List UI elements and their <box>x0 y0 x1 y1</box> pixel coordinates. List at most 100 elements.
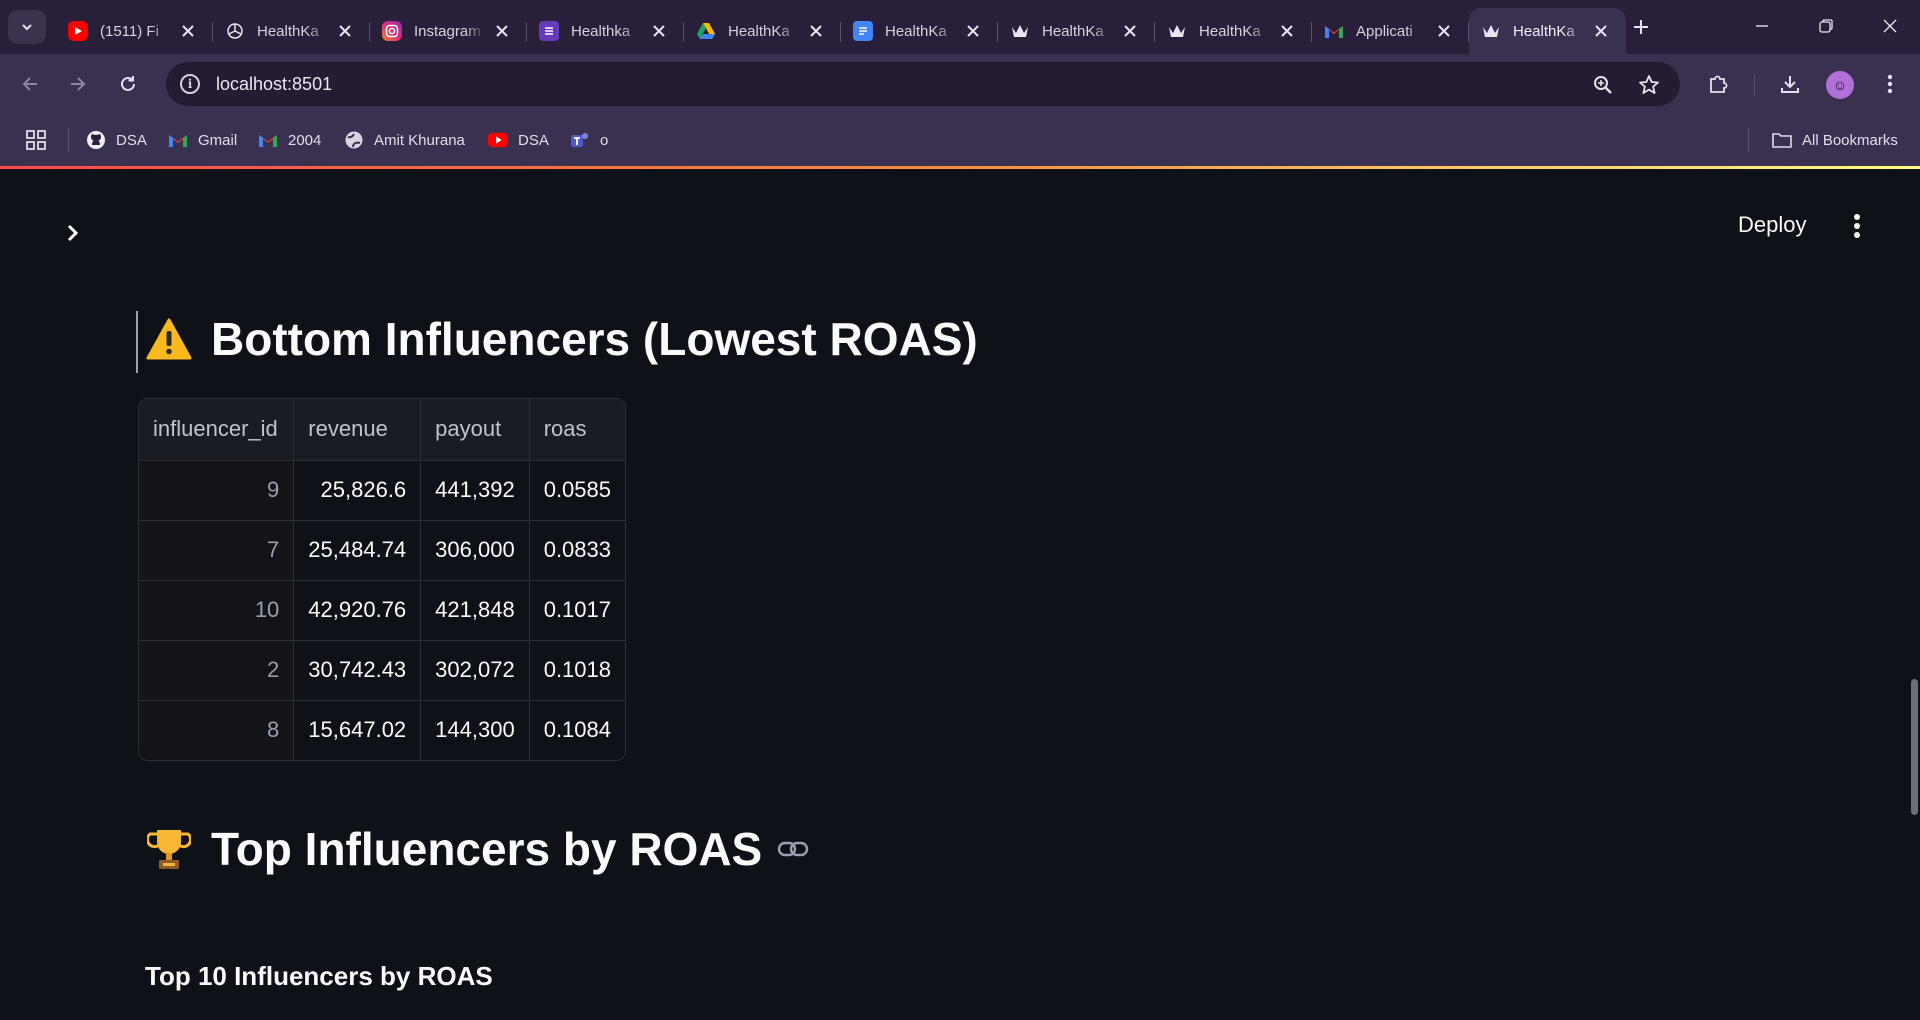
tab-close-button[interactable] <box>491 20 513 42</box>
close-icon <box>182 25 194 37</box>
toolbar-divider <box>1754 74 1755 96</box>
browser-toolbar: i localhost:8501 ☺ <box>0 54 1920 114</box>
browser-tab[interactable]: Instagram <box>370 8 527 54</box>
cell-payout[interactable]: 306,000 <box>420 520 530 581</box>
apps-grid-icon <box>26 130 46 150</box>
forward-button[interactable] <box>60 66 96 102</box>
bottom-influencers-dataframe[interactable]: influencer_id revenue payout roas 9 25,82… <box>138 398 626 761</box>
column-header-revenue[interactable]: revenue <box>293 399 422 461</box>
cell-revenue[interactable]: 42,920.76 <box>293 580 422 641</box>
bookmark-item[interactable]: DSA <box>86 126 147 154</box>
cell-revenue[interactable]: 30,742.43 <box>293 640 422 701</box>
drive-icon <box>696 21 716 41</box>
new-tab-button[interactable] <box>1626 12 1656 42</box>
column-header-roas[interactable]: roas <box>529 399 625 461</box>
browser-menu-button[interactable] <box>1872 66 1908 102</box>
close-icon <box>810 25 822 37</box>
star-icon <box>1639 75 1659 94</box>
browser-tab[interactable]: HealthKa <box>1469 8 1626 54</box>
tab-close-button[interactable] <box>334 20 356 42</box>
table-row: 7 25,484.74 306,000 0.0833 <box>139 520 625 581</box>
cell-payout[interactable]: 144,300 <box>420 700 530 760</box>
browser-tab[interactable]: HealthKa <box>213 8 370 54</box>
table-header-row: influencer_id revenue payout roas <box>139 399 625 461</box>
column-header-payout[interactable]: payout <box>420 399 530 461</box>
cell-revenue[interactable]: 25,484.74 <box>293 520 422 581</box>
tab-search-button[interactable] <box>8 10 46 44</box>
cell-roas[interactable]: 0.1084 <box>529 700 625 760</box>
tab-title: Instagram <box>414 22 481 40</box>
cell-roas[interactable]: 0.0833 <box>529 520 625 581</box>
tab-close-button[interactable] <box>1590 20 1612 42</box>
youtube-icon <box>488 130 508 150</box>
extensions-button[interactable] <box>1700 66 1736 102</box>
openai-icon <box>225 21 245 41</box>
tab-close-button[interactable] <box>177 20 199 42</box>
browser-tab[interactable]: (1511) Fi <box>56 8 213 54</box>
browser-tab[interactable]: HealthKa <box>998 8 1155 54</box>
cell-payout[interactable]: 441,392 <box>420 460 530 521</box>
site-info-icon[interactable]: i <box>180 74 200 94</box>
arrow-right-icon <box>71 77 86 91</box>
cell-roas[interactable]: 0.1018 <box>529 640 625 701</box>
cell-influencer-id[interactable]: 9 <box>139 460 295 521</box>
tab-close-button[interactable] <box>962 20 984 42</box>
folder-icon <box>1772 130 1792 150</box>
arrow-left-icon <box>22 77 37 91</box>
cell-influencer-id[interactable]: 8 <box>139 700 295 760</box>
browser-tab[interactable]: HealthKa <box>1155 8 1312 54</box>
puzzle-icon <box>1710 75 1728 93</box>
tab-close-button[interactable] <box>1276 20 1298 42</box>
cell-payout[interactable]: 302,072 <box>420 640 530 701</box>
close-window-button[interactable] <box>1860 8 1920 44</box>
cell-roas[interactable]: 0.0585 <box>529 460 625 521</box>
tab-close-button[interactable] <box>648 20 670 42</box>
browser-tab[interactable]: Applicati <box>1312 8 1469 54</box>
minimize-button[interactable] <box>1732 8 1792 44</box>
browser-tab[interactable]: HealthKa <box>841 8 998 54</box>
bookmark-item[interactable]: o <box>570 126 608 154</box>
browser-tab[interactable]: HealthKa <box>684 8 841 54</box>
cell-roas[interactable]: 0.1017 <box>529 580 625 641</box>
column-header-influencer-id[interactable]: influencer_id <box>139 399 295 461</box>
url-text[interactable]: localhost:8501 <box>216 74 332 95</box>
cell-revenue[interactable]: 15,647.02 <box>293 700 422 760</box>
close-icon <box>1595 25 1607 37</box>
tab-title: HealthKa <box>1042 22 1104 40</box>
all-bookmarks-label: All Bookmarks <box>1802 131 1898 149</box>
bookmark-star-button[interactable] <box>1636 72 1662 98</box>
downloads-button[interactable] <box>1772 66 1808 102</box>
close-icon <box>967 25 979 37</box>
profile-avatar[interactable]: ☺ <box>1826 71 1854 99</box>
cell-influencer-id[interactable]: 2 <box>139 640 295 701</box>
browser-tab[interactable]: Healthka <box>527 8 684 54</box>
zoom-button[interactable] <box>1590 72 1616 98</box>
cell-revenue[interactable]: 25,826.6 <box>293 460 422 521</box>
bookmark-item[interactable]: 2004 <box>258 126 321 154</box>
page-scrollbar[interactable] <box>1911 679 1918 815</box>
all-bookmarks-button[interactable]: All Bookmarks <box>1772 126 1898 154</box>
restore-button[interactable] <box>1796 8 1856 44</box>
bookmark-item[interactable]: Amit Khurana <box>344 126 465 154</box>
tab-close-button[interactable] <box>1119 20 1141 42</box>
cell-influencer-id[interactable]: 10 <box>139 580 295 641</box>
cell-influencer-id[interactable]: 7 <box>139 520 295 581</box>
tab-close-button[interactable] <box>1433 20 1455 42</box>
bookmark-item[interactable]: Gmail <box>168 126 237 154</box>
apps-grid-button[interactable] <box>24 128 48 152</box>
app-menu-button[interactable] <box>1842 211 1872 241</box>
back-button[interactable] <box>12 66 48 102</box>
close-icon <box>1281 25 1293 37</box>
deploy-button[interactable]: Deploy <box>1722 205 1822 245</box>
cell-payout[interactable]: 421,848 <box>420 580 530 641</box>
bookmark-item[interactable]: DSA <box>488 126 549 154</box>
sidebar-expand-button[interactable] <box>58 219 86 247</box>
restore-icon <box>1819 19 1833 33</box>
reload-button[interactable] <box>110 66 146 102</box>
tab-close-button[interactable] <box>805 20 827 42</box>
address-bar[interactable]: i localhost:8501 <box>166 62 1680 106</box>
bookmark-label: 2004 <box>288 131 322 149</box>
close-icon <box>1438 25 1450 37</box>
anchor-link-icon[interactable] <box>776 832 810 866</box>
bookmark-label: Amit Khurana <box>374 131 465 149</box>
